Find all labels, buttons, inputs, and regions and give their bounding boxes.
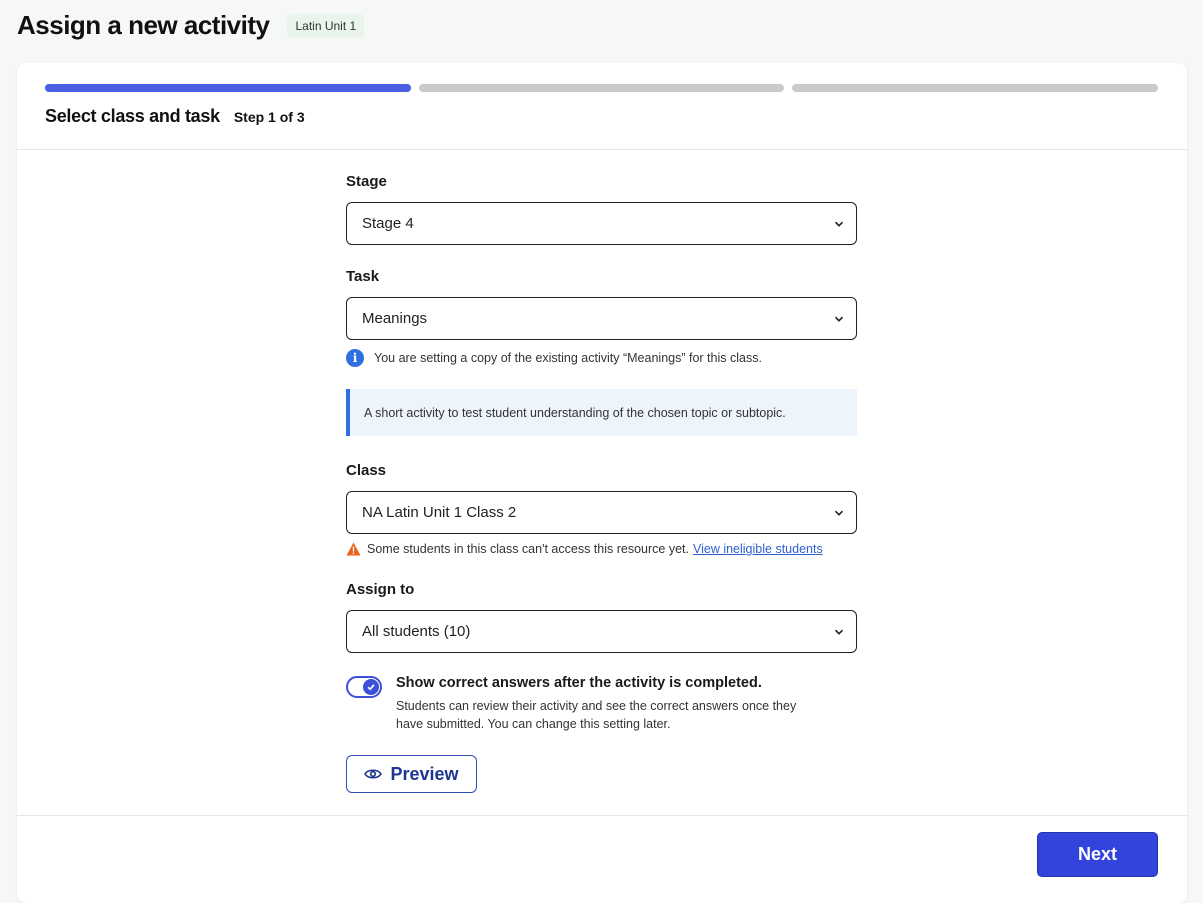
assign-form: Stage Stage 4 Task Meanings i You are se…: [346, 173, 858, 793]
divider: [17, 149, 1187, 150]
unit-badge: Latin Unit 1: [287, 13, 365, 38]
task-description-text: A short activity to test student underst…: [364, 405, 786, 420]
task-description: A short activity to test student underst…: [346, 389, 857, 436]
task-info-note: i You are setting a copy of the existing…: [346, 349, 858, 367]
task-info-text: You are setting a copy of the existing a…: [374, 351, 762, 365]
wizard-card: Select class and task Step 1 of 3 Stage …: [17, 63, 1187, 903]
progress-step-2: [418, 84, 785, 92]
chevron-down-icon: [834, 510, 844, 516]
preview-button[interactable]: Preview: [346, 755, 477, 793]
show-answers-text: Show correct answers after the activity …: [396, 675, 826, 733]
show-answers-toggle[interactable]: [346, 676, 382, 698]
task-label: Task: [346, 268, 380, 285]
step-header: Select class and task Step 1 of 3: [45, 106, 305, 127]
show-answers-description: Students can review their activity and s…: [396, 699, 797, 731]
next-button[interactable]: Next: [1037, 832, 1158, 877]
assign-to-select-value: All students (10): [362, 623, 471, 640]
step-count: Step 1 of 3: [233, 109, 305, 125]
warning-icon: [346, 542, 361, 556]
stage-select[interactable]: Stage 4: [346, 202, 857, 245]
info-icon: i: [346, 349, 364, 367]
stage-select-value: Stage 4: [362, 215, 414, 232]
task-select[interactable]: Meanings: [346, 297, 857, 340]
class-select[interactable]: NA Latin Unit 1 Class 2: [346, 491, 857, 534]
class-warning: Some students in this class can't access…: [346, 542, 858, 556]
assign-to-select[interactable]: All students (10): [346, 610, 857, 653]
assign-to-label: Assign to: [346, 581, 415, 598]
view-ineligible-students-link[interactable]: View ineligible students: [693, 542, 823, 556]
toggle-knob: [363, 679, 379, 695]
progress-step-3: [792, 84, 1159, 92]
page-header: Assign a new activity Latin Unit 1: [17, 10, 365, 41]
chevron-down-icon: [834, 316, 844, 322]
stage-label: Stage: [346, 173, 387, 190]
progress-step-1: [45, 84, 411, 92]
class-select-value: NA Latin Unit 1 Class 2: [362, 504, 517, 521]
eye-icon: [364, 769, 383, 779]
class-warning-text: Some students in this class can't access…: [367, 542, 689, 556]
step-title: Select class and task: [45, 106, 220, 126]
class-label: Class: [346, 462, 387, 479]
chevron-down-icon: [834, 221, 844, 227]
show-answers-title: Show correct answers after the activity …: [396, 675, 762, 691]
task-select-value: Meanings: [362, 310, 428, 327]
page-title: Assign a new activity: [17, 10, 270, 40]
progress-bar: [45, 84, 1159, 92]
preview-label: Preview: [390, 763, 459, 784]
check-icon: [367, 684, 375, 691]
show-answers-row: Show correct answers after the activity …: [346, 675, 858, 733]
divider: [17, 815, 1187, 816]
chevron-down-icon: [834, 629, 844, 635]
